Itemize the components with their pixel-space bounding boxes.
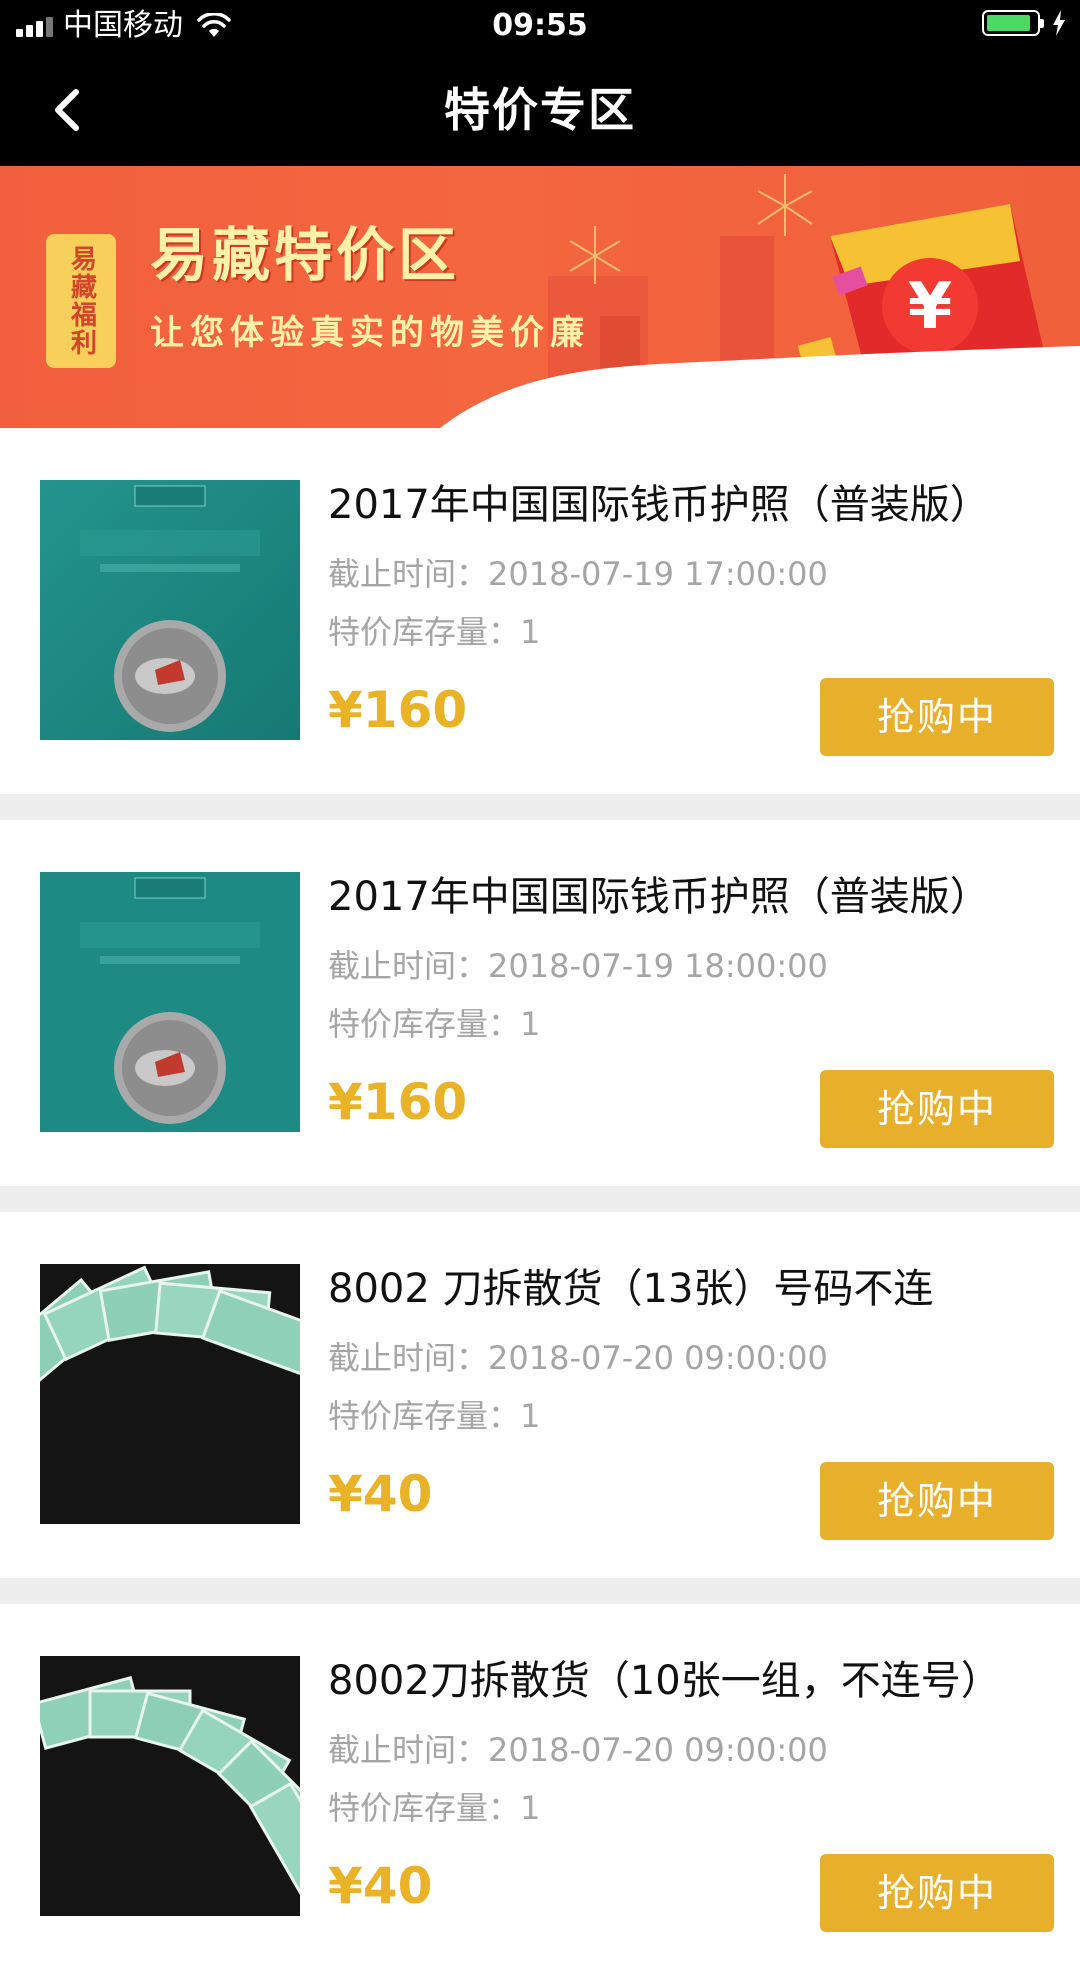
stock-value: 1 — [520, 613, 541, 651]
deadline-text: 截止时间：2018-07-20 09:00:00 — [328, 1338, 828, 1378]
stock-text: 特价库存量：1 — [328, 1396, 540, 1436]
battery-fill — [987, 15, 1031, 31]
banner-decoration: ¥ — [0, 174, 1080, 428]
banner-subtitle: 让您体验真实的物美价廉 — [150, 313, 590, 353]
stock-text: 特价库存量：1 — [328, 612, 540, 652]
stock-label: 特价库存量： — [328, 1397, 521, 1435]
coin-passport-image — [40, 872, 300, 1132]
product-card[interactable]: 2017年中国国际钱币护照（普装版） 截止时间：2018-07-19 18:00… — [0, 820, 1080, 1186]
svg-text:¥: ¥ — [908, 270, 953, 344]
product-price: ¥40 — [328, 1465, 433, 1523]
stock-value: 1 — [520, 1005, 541, 1043]
coin-passport-image — [40, 480, 300, 740]
stock-text: 特价库存量：1 — [328, 1788, 540, 1828]
product-card[interactable]: 8002 刀拆散货（13张）号码不连 截止时间：2018-07-20 09:00… — [0, 1212, 1080, 1578]
product-card[interactable]: 8002刀拆散货（10张一组，不连号） 截止时间：2018-07-20 09:0… — [0, 1604, 1080, 1970]
deadline-text: 截止时间：2018-07-19 17:00:00 — [328, 554, 828, 594]
deadline-value: 2018-07-19 17:00:00 — [488, 555, 828, 593]
deadline-label: 截止时间： — [328, 947, 489, 985]
deadline-text: 截止时间：2018-07-19 18:00:00 — [328, 946, 828, 986]
deadline-text: 截止时间：2018-07-20 09:00:00 — [328, 1730, 828, 1770]
product-card[interactable]: 2017年中国国际钱币护照（普装版） 截止时间：2018-07-19 17:00… — [0, 428, 1080, 794]
deadline-label: 截止时间： — [328, 1731, 489, 1769]
stock-label: 特价库存量： — [328, 1005, 521, 1043]
product-price: ¥160 — [328, 681, 468, 739]
product-image[interactable] — [40, 480, 300, 740]
product-name[interactable]: 2017年中国国际钱币护照（普装版） — [328, 480, 1058, 530]
deadline-value: 2018-07-20 09:00:00 — [488, 1339, 828, 1377]
product-image[interactable] — [40, 1656, 300, 1916]
banner-tag: 易藏福利 — [46, 234, 116, 368]
product-name[interactable]: 8002 刀拆散货（13张）号码不连 — [328, 1264, 1058, 1314]
banner-title: 易藏特价区 — [150, 221, 461, 289]
stock-text: 特价库存量：1 — [328, 1004, 540, 1044]
buy-button[interactable]: 抢购中 — [820, 1854, 1054, 1932]
buy-button[interactable]: 抢购中 — [820, 1070, 1054, 1148]
stock-value: 1 — [520, 1397, 541, 1435]
status-bar: 中国移动 09:55 — [0, 0, 1080, 52]
nav-bar: 特价专区 — [0, 52, 1080, 166]
buy-button[interactable]: 抢购中 — [820, 678, 1054, 756]
banknote-fan-image — [40, 1264, 300, 1524]
status-right — [982, 10, 1066, 36]
deadline-label: 截止时间： — [328, 1339, 489, 1377]
battery-icon — [982, 10, 1044, 36]
product-image[interactable] — [40, 872, 300, 1132]
product-price: ¥160 — [328, 1073, 468, 1131]
charging-bolt-icon — [1053, 10, 1065, 36]
deadline-value: 2018-07-20 09:00:00 — [488, 1731, 828, 1769]
status-time: 09:55 — [492, 8, 588, 43]
banknote-fan-image — [40, 1656, 300, 1916]
product-price: ¥40 — [328, 1857, 433, 1915]
stock-value: 1 — [520, 1789, 541, 1827]
promo-banner: ¥ 易藏福利 易藏特价区 让您体验真实的物美价廉 — [0, 166, 1080, 428]
stock-label: 特价库存量： — [328, 1789, 521, 1827]
deadline-label: 截止时间： — [328, 555, 489, 593]
product-name[interactable]: 2017年中国国际钱币护照（普装版） — [328, 872, 1058, 922]
buy-button[interactable]: 抢购中 — [820, 1462, 1054, 1540]
product-image[interactable] — [40, 1264, 300, 1524]
product-name[interactable]: 8002刀拆散货（10张一组，不连号） — [328, 1656, 1058, 1706]
deadline-value: 2018-07-19 18:00:00 — [488, 947, 828, 985]
stock-label: 特价库存量： — [328, 613, 521, 651]
page-title: 特价专区 — [444, 83, 636, 137]
